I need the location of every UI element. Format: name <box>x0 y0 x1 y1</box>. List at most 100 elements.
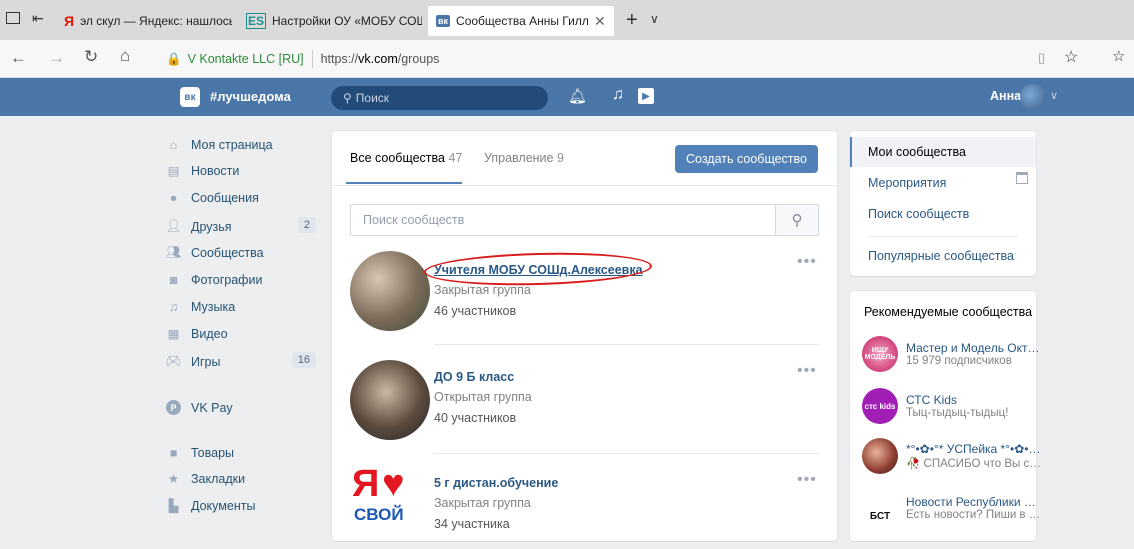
home-icon[interactable]: ⌂ <box>120 46 130 66</box>
nav-games[interactable]: 🎮︎ Игры 16 <box>166 349 316 374</box>
tab-preview-icon[interactable] <box>6 12 20 24</box>
group-search-placeholder: Поиск сообществ <box>363 213 465 227</box>
rec-sub: Тыц-тыдыц-тыдыц! <box>906 407 1009 419</box>
nav-vkpay[interactable]: P VK Pay <box>166 395 316 420</box>
group-item[interactable]: ДО 9 Б класс Открытая группа 40 участник… <box>350 360 820 440</box>
rec-sub: 15 979 подписчиков <box>906 355 1012 367</box>
user-avatar[interactable] <box>1020 84 1046 110</box>
favorites-list-icon[interactable]: ☆ <box>1112 47 1125 65</box>
nav-label: Сообщения <box>191 190 259 205</box>
user-name[interactable]: Анна <box>990 89 1021 103</box>
vk-logo-icon[interactable]: вк <box>180 87 200 107</box>
document-icon: ▙ <box>168 499 179 513</box>
tab-yandex[interactable]: Я эл скул — Яндекс: нашлось <box>56 6 232 36</box>
chevron-down-icon[interactable]: ∨ <box>1050 89 1058 102</box>
all-groups-count: 47 <box>448 151 463 165</box>
vkpay-icon: P <box>166 400 181 415</box>
manage-count: 9 <box>556 151 564 165</box>
tabs-divider <box>332 185 837 186</box>
rec-sub: Есть новости? Пиши в … <box>906 509 1041 521</box>
star-icon: ★ <box>167 472 180 486</box>
group-avatar[interactable]: ИЩУ МОДЕЛЬ <box>862 336 898 372</box>
tab-settings[interactable]: ES Настройки ОУ «МОБУ СОШ <box>238 6 422 36</box>
nav-music[interactable]: ♫ Музыка <box>166 294 316 319</box>
group-search-button[interactable]: ⚲ <box>775 205 818 235</box>
nav-friends[interactable]: 👤︎ Друзья 2 <box>166 214 316 239</box>
group-item[interactable]: Я ♥ СВОЙ 5 г дистан.обучение Закрытая гр… <box>350 463 820 549</box>
more-options-icon[interactable]: ••• <box>797 471 817 489</box>
nav-messages[interactable]: ● Сообщения <box>166 185 316 210</box>
menu-events[interactable]: Мероприятия <box>850 168 1036 198</box>
music-note-icon[interactable]: ♫ <box>612 86 624 104</box>
group-type: Открытая группа <box>434 390 532 404</box>
group-logo[interactable]: Я ♥ СВОЙ <box>352 463 428 531</box>
group-name-link[interactable]: 5 г дистан.обучение <box>434 476 558 490</box>
nav-label: Фотографии <box>191 272 263 287</box>
nav-goods[interactable]: ■ Товары <box>166 440 316 465</box>
refresh-icon[interactable]: ↻ <box>84 47 98 67</box>
group-name-link[interactable]: ДО 9 Б класс <box>434 370 514 384</box>
nav-label: Музыка <box>191 299 236 314</box>
recommended-title: Рекомендуемые сообщества <box>864 305 1033 319</box>
bell-icon[interactable]: 🔔︎ <box>568 87 587 105</box>
url-field[interactable]: 🔒 V Kontakte LLC [RU] https://vk.com/gro… <box>166 46 1066 72</box>
recommended-item[interactable]: ИЩУ МОДЕЛЬ Мастер и Модель Октяб… 15 979 … <box>862 334 1042 374</box>
group-avatar[interactable] <box>350 360 430 440</box>
recommended-item[interactable]: стс kids СТС Kids Тыц-тыдыц-тыдыц! <box>862 386 1042 426</box>
rec-name[interactable]: *°•✿•°* УСПейка *°•✿•С… <box>906 442 1042 456</box>
tab-label: эл скул — Яндекс: нашлось <box>80 14 232 28</box>
menu-divider <box>868 236 1018 237</box>
left-nav: ⌂ Моя страница ▤ Новости ● Сообщения 👤︎ Друз… <box>0 116 330 528</box>
tab-vk-groups[interactable]: вк Сообщества Анны Гилл ✕ <box>428 6 614 36</box>
games-icon: 🎮︎ <box>165 354 182 368</box>
row-divider <box>434 344 819 345</box>
url-separator <box>311 50 313 68</box>
nav-photos[interactable]: ◙ Фотографии <box>166 267 316 292</box>
tab-back-icon[interactable]: ⇤ <box>32 10 44 27</box>
group-avatar[interactable]: БСТ <box>862 490 898 526</box>
close-tab-icon[interactable]: ✕ <box>594 13 606 30</box>
group-type: Закрытая группа <box>434 496 531 510</box>
tab-manage[interactable]: Управление 9 <box>484 151 564 165</box>
nav-groups[interactable]: 👥︎ Сообщества <box>166 240 316 265</box>
more-options-icon[interactable]: ••• <box>797 362 817 380</box>
menu-popular-groups[interactable]: Популярные сообщества <box>850 241 1036 271</box>
vk-search-box[interactable]: ⚲ Поиск <box>331 86 548 110</box>
menu-search-groups[interactable]: Поиск сообществ <box>850 199 1036 229</box>
favorite-star-icon[interactable]: ☆ <box>1064 47 1078 67</box>
forward-icon[interactable]: → <box>48 48 65 68</box>
news-icon: ▤ <box>167 164 180 178</box>
vk-slogan[interactable]: #лучшедома <box>210 89 291 104</box>
nav-my-page[interactable]: ⌂ Моя страница <box>166 132 316 157</box>
chevron-down-icon[interactable]: ∨ <box>650 12 659 26</box>
video-icon: ▦ <box>167 327 180 341</box>
menu-my-groups[interactable]: Мои сообщества <box>850 137 1036 167</box>
nav-video[interactable]: ▦ Видео <box>166 321 316 346</box>
more-options-icon[interactable]: ••• <box>797 253 817 271</box>
nav-label: Сообщества <box>191 245 264 260</box>
tab-all-groups[interactable]: Все сообщества 47 <box>350 151 462 165</box>
nav-bookmarks[interactable]: ★ Закладки <box>166 466 316 491</box>
back-icon[interactable]: ← <box>10 48 27 68</box>
group-avatar[interactable] <box>862 438 898 474</box>
nav-news[interactable]: ▤ Новости <box>166 158 316 183</box>
recommended-item[interactable]: БСТ Новости Республики Ба… Есть новости? … <box>862 488 1042 528</box>
rec-name[interactable]: Новости Республики Ба… <box>906 495 1042 509</box>
groups-icon: 👥︎ <box>165 245 182 259</box>
vk-search-placeholder: Поиск <box>355 91 390 105</box>
group-avatar[interactable]: стс kids <box>862 388 898 424</box>
new-tab-button[interactable]: + <box>626 9 638 32</box>
reading-view-icon[interactable]: ▯ <box>1038 50 1045 66</box>
play-icon[interactable]: ▶ <box>638 88 654 104</box>
create-group-button[interactable]: Создать сообщество <box>675 145 818 173</box>
nav-documents[interactable]: ▙ Документы <box>166 493 316 518</box>
heart-icon: ♥ <box>382 463 405 505</box>
logo-letter: Я <box>352 463 380 505</box>
search-icon: ⚲ <box>343 91 352 105</box>
rec-name[interactable]: Мастер и Модель Октяб… <box>906 341 1042 355</box>
calendar-icon[interactable] <box>1016 172 1028 184</box>
rec-name[interactable]: СТС Kids <box>906 393 1008 407</box>
recommended-item[interactable]: *°•✿•°* УСПейка *°•✿•С… 🥀 СПАСИБО что Вы … <box>862 436 1042 476</box>
group-search-field[interactable]: Поиск сообществ <box>350 204 819 236</box>
group-avatar[interactable] <box>350 251 430 331</box>
